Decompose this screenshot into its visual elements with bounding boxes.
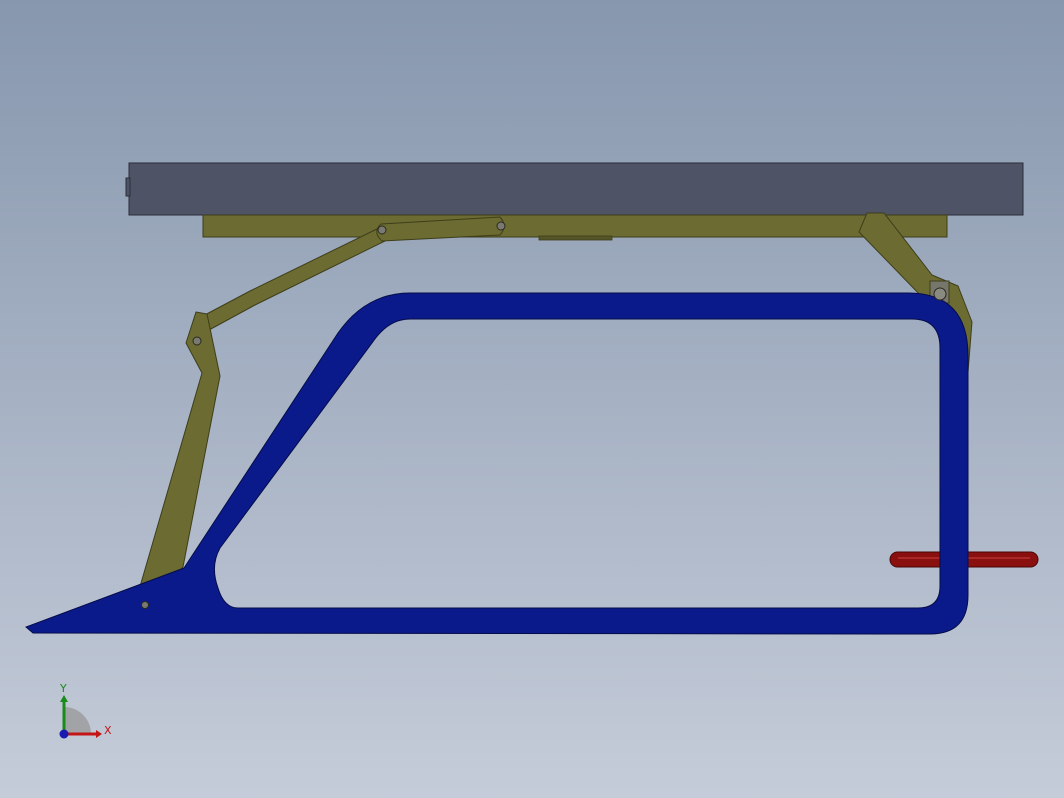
triad-x-arrow [96, 730, 102, 738]
cad-viewport[interactable]: X Y [0, 0, 1064, 798]
top-slab-tab [125, 177, 131, 197]
mechanism-drawing: X Y [25, 162, 1039, 739]
pin-top-left [377, 225, 387, 235]
plate-slot [538, 235, 613, 241]
saw-frame[interactable] [25, 292, 969, 635]
pin-frame-tip [141, 601, 149, 609]
triad-quarter-disc [64, 707, 91, 734]
axis-triad: X Y [59, 682, 112, 739]
triad-x-label: X [104, 724, 112, 737]
pins [141, 221, 947, 609]
top-slab[interactable] [125, 162, 1024, 216]
pin-right-hinge [933, 287, 947, 301]
linkage-plate-body [202, 214, 948, 238]
triad-y-label: Y [59, 682, 67, 695]
pin-left-strut [192, 336, 202, 346]
triad-y-arrow [60, 695, 68, 702]
pin-top-link [496, 221, 506, 231]
linkage-plate[interactable] [202, 214, 948, 241]
triad-z-origin [59, 729, 69, 739]
top-slab-body [128, 162, 1024, 216]
